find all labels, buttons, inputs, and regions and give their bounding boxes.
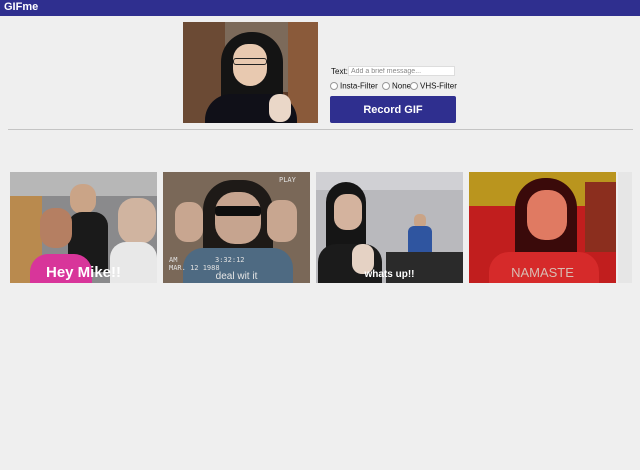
person-face: [118, 198, 156, 244]
person-face: [334, 194, 362, 230]
divider: [8, 129, 633, 130]
gallery-scrollbar[interactable]: [618, 172, 632, 283]
person-face: [215, 192, 261, 244]
webcam-person-hand: [269, 94, 291, 122]
gif-gallery: Hey Mike!! PLAY AM 3:32:12 MAR. 12 1988 …: [10, 172, 616, 283]
radio-button[interactable]: [330, 81, 338, 90]
person-face: [527, 190, 567, 240]
vhs-play-label: PLAY: [279, 176, 296, 184]
gif-thumbnail[interactable]: NAMASTE: [469, 172, 616, 283]
hand: [175, 202, 203, 242]
gif-thumbnail[interactable]: PLAY AM 3:32:12 MAR. 12 1988 deal wit it: [163, 172, 310, 283]
gif-thumbnail[interactable]: whats up!!: [316, 172, 463, 283]
radio-button[interactable]: [382, 81, 390, 90]
vhs-am-label: AM: [169, 256, 178, 264]
hand: [267, 200, 297, 242]
gif-caption: deal wit it: [215, 271, 258, 282]
webcam-person-glasses: [233, 58, 267, 65]
person-face: [40, 208, 72, 248]
webcam-preview: [183, 22, 318, 123]
webcam-person-face: [233, 44, 267, 86]
sunglasses: [215, 206, 261, 216]
record-gif-button[interactable]: Record GIF: [330, 96, 456, 123]
shelf: [585, 182, 616, 252]
gif-caption: NAMASTE: [511, 265, 574, 280]
person-face: [70, 184, 96, 214]
gif-thumbnail[interactable]: Hey Mike!!: [10, 172, 157, 283]
filter-option-insta[interactable]: Insta-Filter: [330, 81, 378, 92]
filter-option-none[interactable]: None: [382, 81, 411, 92]
top-navbar: GIFme: [0, 0, 640, 16]
message-input[interactable]: [348, 66, 455, 76]
text-label: Text:: [331, 67, 348, 76]
vhs-time-label: 3:32:12: [215, 256, 245, 264]
app-title[interactable]: GIFme: [4, 1, 38, 13]
filter-option-vhs[interactable]: VHS-Filter: [410, 81, 457, 92]
gif-caption: whats up!!: [364, 269, 415, 280]
gif-caption: Hey Mike!!: [45, 264, 122, 281]
radio-button[interactable]: [410, 81, 418, 90]
